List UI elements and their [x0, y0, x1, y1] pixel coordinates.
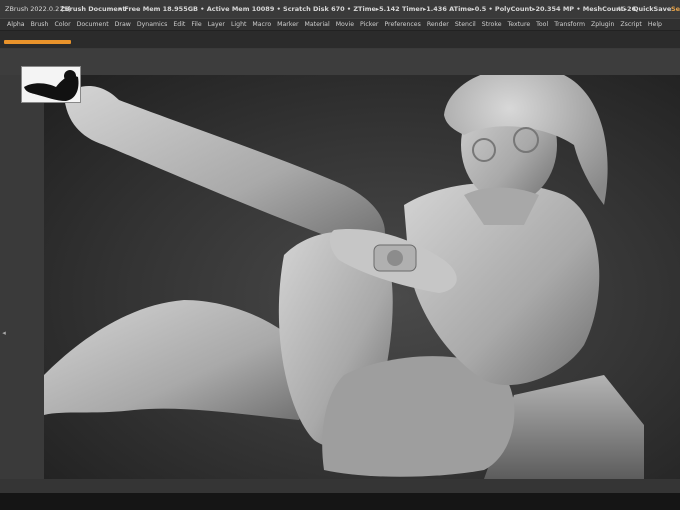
monitor-bezel: [0, 493, 680, 510]
menu-zscript[interactable]: Zscript: [617, 21, 644, 28]
menu-draw[interactable]: Draw: [112, 21, 134, 28]
left-tray: ◂: [0, 75, 44, 479]
tool-shelf: [0, 31, 680, 48]
menu-bar: Alpha Brush Color Document Draw Dynamics…: [0, 18, 680, 31]
lower-leg: [44, 300, 310, 420]
menu-dynamics[interactable]: Dynamics: [134, 21, 171, 28]
menu-preferences[interactable]: Preferences: [381, 21, 423, 28]
menu-picker[interactable]: Picker: [357, 21, 381, 28]
document-title: ZBrush Document: [60, 5, 126, 13]
thumbnail-image: [22, 67, 80, 102]
menu-zplugin[interactable]: Zplugin: [588, 21, 617, 28]
menu-material[interactable]: Material: [302, 21, 333, 28]
menu-marker[interactable]: Marker: [274, 21, 301, 28]
menu-help[interactable]: Help: [645, 21, 665, 28]
menu-layer[interactable]: Layer: [205, 21, 228, 28]
menu-movie[interactable]: Movie: [333, 21, 357, 28]
see-through-button[interactable]: See: [671, 0, 680, 18]
menu-color[interactable]: Color: [51, 21, 73, 28]
menu-alpha[interactable]: Alpha: [4, 21, 28, 28]
ac-button[interactable]: AC: [617, 0, 626, 18]
menu-document[interactable]: Document: [74, 21, 112, 28]
double-chevron-icon[interactable]: ◂: [1, 328, 7, 338]
menu-light[interactable]: Light: [228, 21, 249, 28]
menu-stencil[interactable]: Stencil: [452, 21, 479, 28]
quicksave-button[interactable]: QuickSave: [633, 0, 671, 18]
menu-brush[interactable]: Brush: [28, 21, 52, 28]
menu-macro[interactable]: Macro: [249, 21, 274, 28]
memory-stats: • Free Mem 18.955GB • Active Mem 10089 •…: [118, 5, 637, 13]
menu-file[interactable]: File: [188, 21, 204, 28]
active-tab-indicator[interactable]: [4, 40, 71, 44]
sculpt-model: [44, 75, 644, 479]
document-canvas[interactable]: [44, 75, 680, 479]
navigator-thumbnail[interactable]: [21, 66, 81, 103]
menu-texture[interactable]: Texture: [505, 21, 534, 28]
raised-leg: [64, 85, 385, 248]
menu-stroke[interactable]: Stroke: [479, 21, 505, 28]
zbrush-window: ZBrush 2022.0.2 [S] ZBrush Document • Fr…: [0, 0, 680, 510]
title-bar: ZBrush 2022.0.2 [S] ZBrush Document • Fr…: [0, 0, 680, 18]
menu-tool[interactable]: Tool: [533, 21, 551, 28]
menu-edit[interactable]: Edit: [170, 21, 188, 28]
menu-render[interactable]: Render: [424, 21, 452, 28]
bottom-shelf: [0, 479, 680, 493]
menu-transform[interactable]: Transform: [551, 21, 588, 28]
